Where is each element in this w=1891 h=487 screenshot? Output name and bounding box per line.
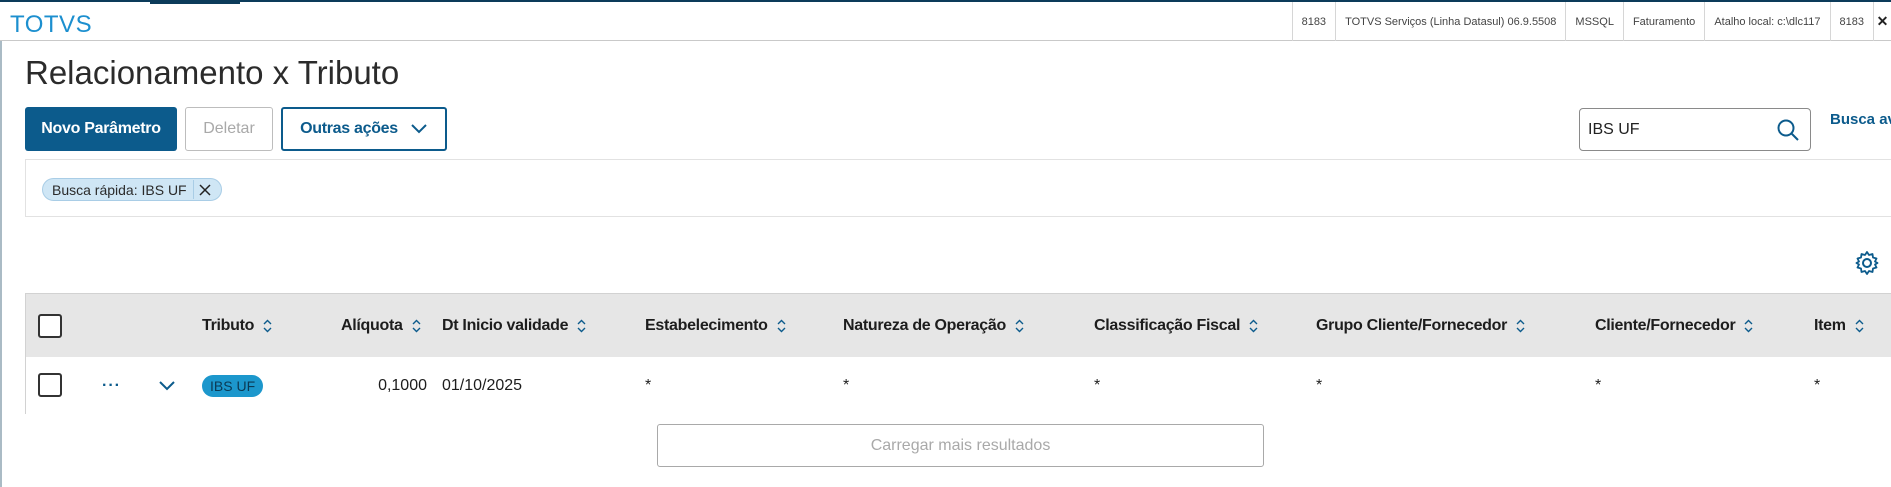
close-icon[interactable]: ✕: [1873, 2, 1891, 41]
page-title: Relacionamento x Tributo: [25, 54, 400, 91]
select-all-checkbox[interactable]: [38, 314, 62, 338]
table-row[interactable]: ··· IBS UF 0,1000 01/10/2025 * * * * * *: [26, 357, 1891, 414]
gear-icon[interactable]: [1854, 250, 1880, 276]
column-label: Alíquota: [341, 316, 403, 334]
cell-aliquota: 0,1000: [378, 376, 427, 394]
top-bar: TOTVS 8183 TOTVS Serviços (Linha Datasul…: [0, 0, 1891, 41]
page: TOTVS 8183 TOTVS Serviços (Linha Datasul…: [0, 0, 1891, 487]
chevron-down-icon: [159, 380, 175, 390]
sort-icon: [1744, 319, 1753, 332]
sort-icon: [777, 319, 786, 332]
sort-icon: [1015, 319, 1024, 332]
column-label: Tributo: [202, 316, 255, 334]
status-bar: 8183 TOTVS Serviços (Linha Datasul) 06.9…: [1291, 2, 1891, 41]
cell-dt-inicio: 01/10/2025: [442, 376, 523, 394]
status-shortcut: Atalho local: c:\dlc117: [1704, 2, 1829, 41]
cell-item: *: [1814, 376, 1821, 394]
column-label: Classificação Fiscal: [1094, 316, 1241, 334]
filter-panel: Busca rápida: IBS UF: [25, 159, 1891, 217]
sort-icon: [412, 319, 421, 332]
column-header-estabelecimento[interactable]: Estabelecimento: [645, 294, 786, 357]
sort-icon: [1249, 319, 1258, 332]
more-actions-label: Outras ações: [300, 120, 398, 137]
expand-row-button[interactable]: [158, 357, 176, 414]
column-header-cliente[interactable]: Cliente/Fornecedor: [1595, 294, 1753, 357]
column-label: Estabelecimento: [645, 316, 768, 334]
more-actions-button[interactable]: Outras ações: [281, 107, 447, 151]
new-parameter-button[interactable]: Novo Parâmetro: [25, 107, 177, 151]
row-actions-icon[interactable]: ···: [102, 357, 121, 414]
cell-natureza: *: [843, 376, 850, 394]
column-label: Item: [1814, 316, 1846, 334]
sort-icon: [1855, 319, 1864, 332]
chip-close-icon[interactable]: [192, 180, 217, 199]
sort-icon: [577, 319, 586, 332]
column-label: Cliente/Fornecedor: [1595, 316, 1736, 334]
delete-button[interactable]: Deletar: [185, 107, 273, 151]
row-checkbox[interactable]: [38, 373, 62, 397]
cell-tributo: IBS UF: [202, 357, 264, 414]
search-input[interactable]: [1588, 109, 1768, 150]
status-database: MSSQL: [1565, 2, 1623, 41]
status-module: Faturamento: [1622, 2, 1704, 41]
status-session-id: 8183: [1291, 2, 1335, 41]
column-header-aliquota[interactable]: Alíquota: [341, 294, 421, 357]
active-tab-indicator: [150, 2, 240, 4]
sort-icon: [1516, 319, 1525, 332]
advanced-search-link[interactable]: Busca avançada: [1830, 108, 1891, 132]
left-edge: [0, 41, 2, 487]
search-icon[interactable]: [1776, 118, 1800, 142]
cell-classificacao: *: [1094, 376, 1101, 394]
column-header-dt-inicio[interactable]: Dt Inicio validade: [442, 294, 586, 357]
column-header-grupo[interactable]: Grupo Cliente/Fornecedor: [1316, 294, 1525, 357]
quick-search-chip: Busca rápida: IBS UF: [42, 178, 222, 201]
column-label: Natureza de Operação: [843, 316, 1006, 334]
cell-cliente: *: [1595, 376, 1602, 394]
results-table: Tributo Alíquota Dt Inicio validade Esta…: [25, 293, 1891, 414]
status-session-id-2: 8183: [1829, 2, 1873, 41]
column-header-natureza[interactable]: Natureza de Operação: [843, 294, 1024, 357]
totvs-logo: TOTVS: [10, 11, 93, 38]
status-product: TOTVS Serviços (Linha Datasul) 06.9.5508: [1335, 2, 1565, 41]
load-more-button[interactable]: Carregar mais resultados: [657, 424, 1264, 467]
search-box: [1579, 108, 1811, 151]
cell-grupo: *: [1316, 376, 1323, 394]
column-header-classificacao[interactable]: Classificação Fiscal: [1094, 294, 1258, 357]
column-header-tributo[interactable]: Tributo: [202, 294, 272, 357]
chip-label: Busca rápida: IBS UF: [52, 181, 187, 198]
cell-estabelecimento: *: [645, 376, 652, 394]
sort-icon: [263, 319, 272, 332]
table-header: Tributo Alíquota Dt Inicio validade Esta…: [26, 294, 1891, 357]
chevron-down-icon: [411, 124, 427, 134]
column-label: Dt Inicio validade: [442, 316, 569, 334]
tributo-tag: IBS UF: [202, 374, 264, 397]
column-header-item[interactable]: Item: [1814, 294, 1864, 357]
column-label: Grupo Cliente/Fornecedor: [1316, 316, 1508, 334]
